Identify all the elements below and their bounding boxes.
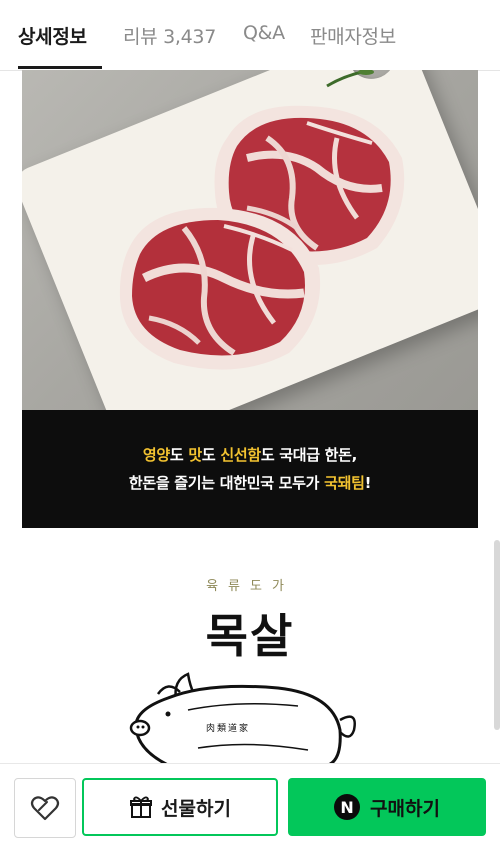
banner-text: 도 xyxy=(201,446,221,464)
tab-qna[interactable]: Q&A xyxy=(243,22,285,44)
brand-subtitle: 육류도가 xyxy=(206,579,294,594)
banner-highlight-taste: 맛 xyxy=(188,446,202,464)
product-title: 목살 xyxy=(205,609,295,663)
gift-button-label: 선물하기 xyxy=(161,797,231,820)
buy-button[interactable]: N 구매하기 xyxy=(288,778,486,836)
banner-text: 도 국대급 한돈, xyxy=(260,446,358,464)
banner-line-2: 한돈을 즐기는 대한민국 모두가 국돼팀! xyxy=(22,472,478,493)
npay-icon: N xyxy=(334,794,361,820)
pork-neck-slice-front xyxy=(119,207,321,370)
tab-reviews[interactable]: 리뷰 3,437 xyxy=(123,22,216,49)
buy-button-label: 구매하기 xyxy=(370,797,440,820)
detail-tab-bar: 상세정보 리뷰 3,437 Q&A 판매자정보 xyxy=(0,0,500,71)
pig-illustration xyxy=(129,672,356,763)
banner-text: 한돈을 즐기는 대한민국 모두가 xyxy=(128,474,325,492)
promo-banner: 영양도 맛도 신선함도 국대급 한돈, 한돈을 즐기는 대한민국 모두가 국돼팀… xyxy=(22,410,478,528)
wishlist-button[interactable] xyxy=(14,778,76,838)
product-detail-content: 영양도 맛도 신선함도 국대급 한돈, 한돈을 즐기는 대한민국 모두가 국돼팀… xyxy=(0,70,500,763)
tab-details[interactable]: 상세정보 xyxy=(18,22,87,49)
banner-line-1: 영양도 맛도 신선함도 국대급 한돈, xyxy=(22,444,478,465)
banner-highlight-freshness: 신선함 xyxy=(220,446,261,464)
active-tab-indicator xyxy=(18,66,102,69)
pig-brand-label: 肉類道家 xyxy=(206,724,251,734)
scrollbar-thumb[interactable] xyxy=(494,540,500,730)
gift-icon xyxy=(130,796,153,818)
product-photo-pork-neck xyxy=(22,70,478,410)
gift-button[interactable]: 선물하기 xyxy=(82,778,278,836)
bottom-action-bar: 선물하기 N 구매하기 xyxy=(0,763,500,860)
banner-text: 도 xyxy=(169,446,189,464)
banner-highlight-team: 국돼팀 xyxy=(324,474,365,492)
herb-garnish xyxy=(326,70,374,88)
banner-text: ! xyxy=(364,474,372,492)
tab-seller-info[interactable]: 판매자정보 xyxy=(310,22,396,49)
banner-highlight-nutrition: 영양 xyxy=(142,446,170,464)
heart-outline-icon xyxy=(30,796,60,821)
